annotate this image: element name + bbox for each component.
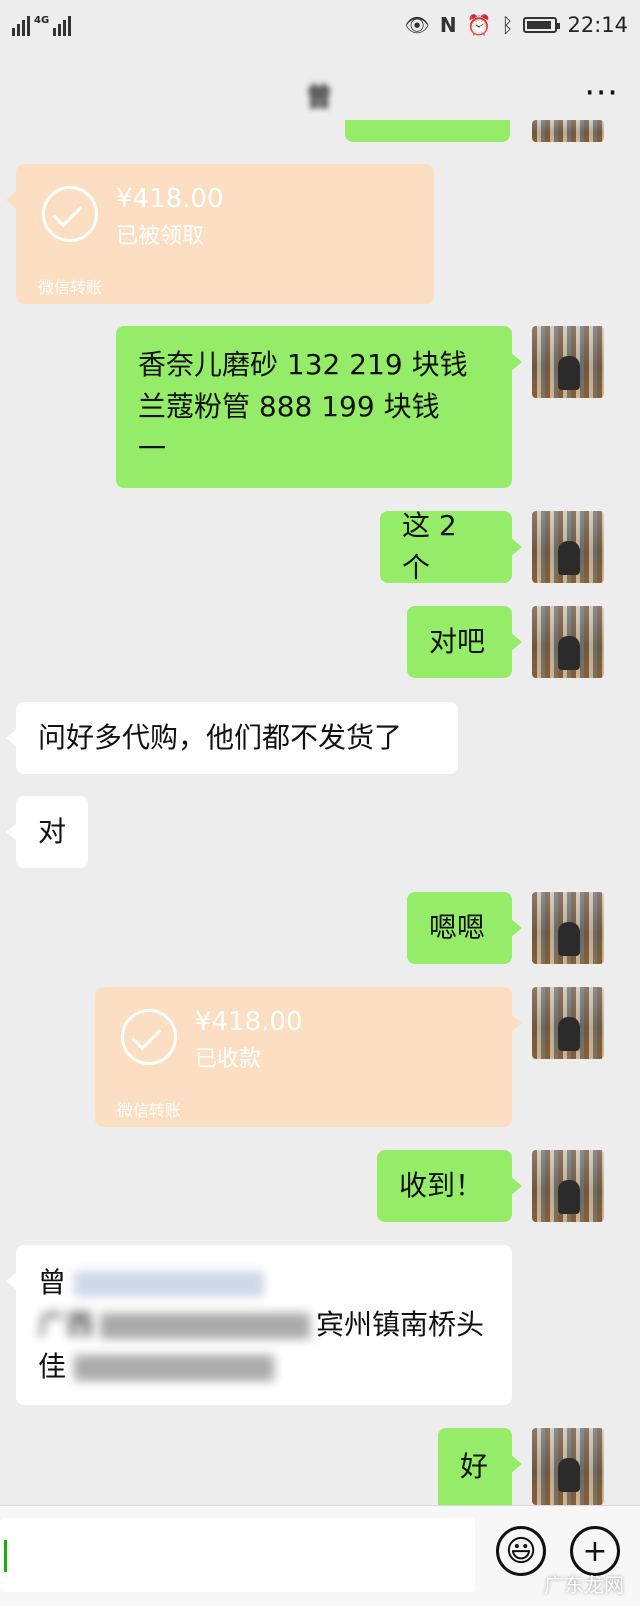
message-text: 对吧 <box>429 625 486 658</box>
message-bubble[interactable]: 嗯嗯 <box>407 892 522 964</box>
message-line: 香奈儿磨砂 132 219 块钱 <box>138 348 468 381</box>
message-line: 曾 <box>38 1262 265 1304</box>
avatar[interactable] <box>532 606 604 678</box>
message-line: 兰蔻粉管 888 199 块钱 <box>138 390 440 423</box>
message-text: 收到！ <box>399 1169 484 1202</box>
message-bubble[interactable]: 这 2 个 <box>380 509 522 584</box>
signal-icon-2 <box>53 14 72 36</box>
message-text: 问好多代购，他们都不发货了 <box>38 721 403 754</box>
message-text: 对 <box>38 815 67 848</box>
emoji-icon[interactable]: 😃 <box>496 1526 546 1576</box>
network-type: 4G <box>34 15 50 26</box>
message-text: 这 2 个 <box>402 509 457 584</box>
bluetooth-icon: ᛒ <box>501 13 514 37</box>
message-bubble[interactable]: 曾 广西 宾州镇南桥头 佳 <box>6 1245 512 1405</box>
message-input[interactable] <box>0 1518 475 1592</box>
transfer-amount: ¥418.00 <box>116 184 224 214</box>
eye-icon: 👁 <box>404 13 430 37</box>
signal-icon <box>12 14 30 36</box>
avatar[interactable] <box>532 1428 604 1505</box>
avatar[interactable] <box>532 892 604 964</box>
check-icon <box>42 186 98 242</box>
avatar[interactable] <box>532 511 604 583</box>
alarm-icon: ⏰ <box>466 13 492 37</box>
message-bubble[interactable]: 收到！ <box>377 1150 522 1222</box>
transfer-amount: ¥418.00 <box>195 1007 303 1037</box>
avatar[interactable] <box>532 326 604 398</box>
message-line: 佳 <box>38 1346 275 1388</box>
message-bubble[interactable]: 对吧 <box>407 606 522 678</box>
message-line: 广西 宾州镇南桥头 <box>38 1308 485 1341</box>
watermark: 广东龙网 <box>544 1573 624 1597</box>
transfer-card[interactable]: ¥418.00 已收款 微信转账 <box>95 987 522 1127</box>
transfer-status: 已被领取 <box>116 224 205 249</box>
transfer-card[interactable]: ¥418.00 已被领取 微信转账 <box>6 164 434 304</box>
transfer-footer: 微信转账 <box>117 1101 182 1120</box>
chat-title: 曾 <box>305 82 334 113</box>
message-bubble[interactable]: 对 <box>6 796 88 868</box>
message-line: 一 <box>138 432 167 465</box>
avatar[interactable] <box>532 120 604 142</box>
text-cursor <box>4 1540 7 1572</box>
transfer-footer: 微信转账 <box>38 278 103 297</box>
check-icon <box>121 1009 177 1065</box>
clock: 22:14 <box>567 13 628 37</box>
partial-bubble <box>345 120 510 142</box>
avatar[interactable] <box>532 987 604 1059</box>
message-composer: 😃 + 广东龙网 <box>0 1505 640 1606</box>
battery-icon <box>523 17 561 33</box>
status-bar: 4G 👁 N ⏰ ᛒ 22:14 <box>0 0 640 50</box>
transfer-status: 已收款 <box>195 1047 262 1072</box>
message-text: 好 <box>460 1449 489 1483</box>
message-bubble[interactable]: 问好多代购，他们都不发货了 <box>6 702 458 774</box>
avatar[interactable] <box>532 1150 604 1222</box>
more-options-icon[interactable]: ⋯ <box>584 72 620 112</box>
nfc-icon: N <box>439 13 457 37</box>
message-text: 嗯嗯 <box>429 911 486 944</box>
message-bubble[interactable]: 好 <box>438 1428 522 1505</box>
signal-group: 4G <box>12 14 72 36</box>
message-bubble[interactable]: 香奈儿磨砂 132 219 块钱 兰蔻粉管 888 199 块钱 一 <box>116 326 522 488</box>
